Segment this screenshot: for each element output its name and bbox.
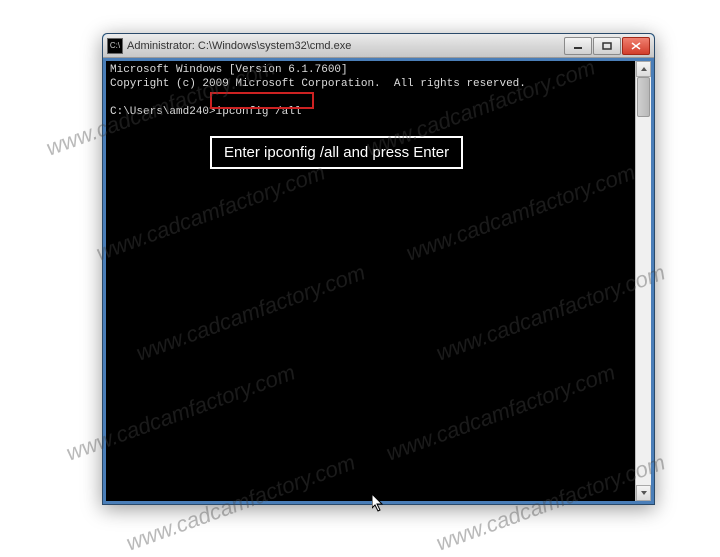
scrollbar-down-button[interactable] xyxy=(636,485,651,501)
scrollbar-track[interactable] xyxy=(636,77,651,485)
console-prompt: C:\Users\amd240> xyxy=(110,106,216,118)
client-area: Microsoft Windows [Version 6.1.7600] Cop… xyxy=(106,61,651,501)
close-icon xyxy=(631,42,641,50)
chevron-down-icon xyxy=(640,490,648,496)
maximize-button[interactable] xyxy=(593,37,621,55)
cmd-window: C:\ Administrator: C:\Windows\system32\c… xyxy=(102,33,655,505)
maximize-icon xyxy=(602,42,612,50)
console-output[interactable]: Microsoft Windows [Version 6.1.7600] Cop… xyxy=(106,61,635,501)
console-line-copyright: Copyright (c) 2009 Microsoft Corporation… xyxy=(110,78,526,90)
console-line-version: Microsoft Windows [Version 6.1.7600] xyxy=(110,64,348,76)
scrollbar-up-button[interactable] xyxy=(636,61,651,77)
minimize-button[interactable] xyxy=(564,37,592,55)
vertical-scrollbar[interactable] xyxy=(635,61,651,501)
minimize-icon xyxy=(573,42,583,50)
scrollbar-thumb[interactable] xyxy=(637,77,650,117)
instruction-callout: Enter ipconfig /all and press Enter xyxy=(210,136,463,169)
instruction-text: Enter ipconfig /all and press Enter xyxy=(224,144,449,161)
cmd-icon: C:\ xyxy=(107,38,123,54)
chevron-up-icon xyxy=(640,66,648,72)
client-frame: Microsoft Windows [Version 6.1.7600] Cop… xyxy=(103,58,654,504)
console-command: ipconfig /all xyxy=(216,106,302,118)
close-button[interactable] xyxy=(622,37,650,55)
window-title: Administrator: C:\Windows\system32\cmd.e… xyxy=(127,40,563,52)
titlebar[interactable]: C:\ Administrator: C:\Windows\system32\c… xyxy=(103,34,654,58)
window-controls xyxy=(563,37,650,55)
